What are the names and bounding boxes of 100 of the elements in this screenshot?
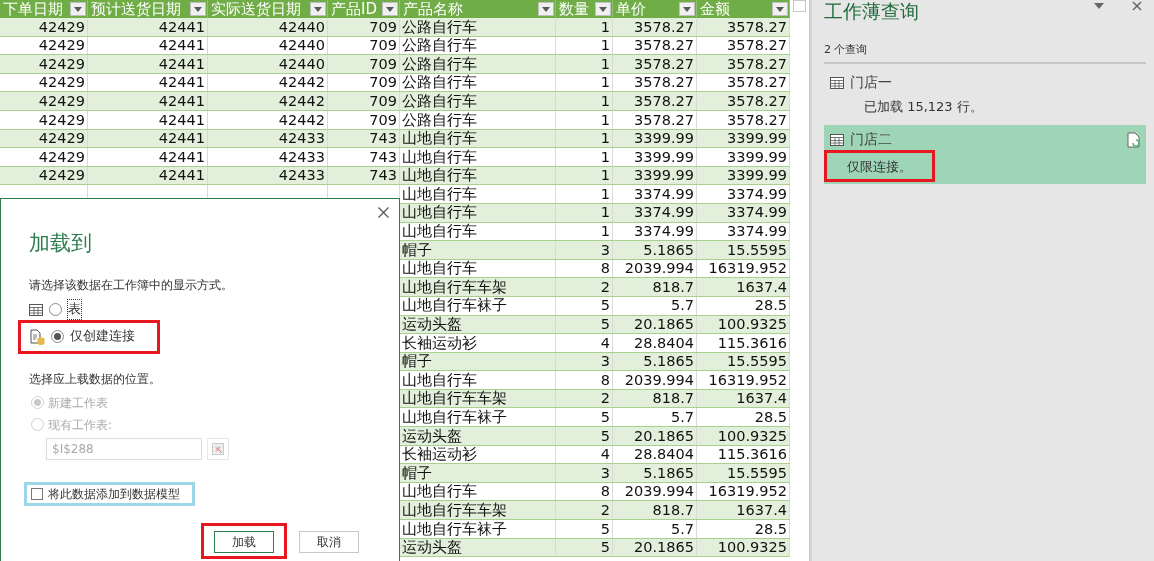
table-cell-text: 42429 [37, 112, 86, 127]
table-cell-text: 3374.99 [726, 224, 788, 239]
filter-button[interactable] [190, 2, 206, 16]
caret-icon [74, 6, 82, 12]
document-refresh-icon[interactable] [1127, 131, 1140, 148]
table-cell-text: 8 [599, 372, 611, 388]
table-cell-text: 42429 [37, 131, 86, 146]
table-icon [29, 303, 43, 316]
cancel-button[interactable]: 取消 [299, 531, 359, 554]
table-cell-text: 818.7 [651, 391, 695, 406]
load-button[interactable]: 加载 [214, 531, 274, 554]
dropdown-icon[interactable] [1094, 3, 1104, 9]
filter-button[interactable] [595, 2, 611, 16]
table-cell-text: 3578.27 [726, 38, 788, 53]
table-cell-text: 3374.99 [633, 186, 695, 202]
table-cell-text: 3399.99 [726, 168, 788, 183]
table-cell-text: 42429 [37, 168, 86, 183]
table-cell-text: 山地自行车 [401, 372, 478, 388]
filter-button[interactable] [382, 2, 398, 16]
filter-button[interactable] [310, 2, 326, 16]
location-prompt: 选择应上载数据的位置。 [29, 370, 162, 388]
table-cell-text: 100.9325 [716, 317, 788, 332]
query-item[interactable]: 门店二 仅限连接。 [824, 125, 1146, 184]
filter-button[interactable] [538, 2, 554, 16]
display-prompt: 请选择该数据在工作簿中的显示方式。 [29, 276, 234, 294]
table-cell-text: 42433 [277, 168, 326, 183]
table-cell-text: 1 [599, 93, 611, 109]
table-cell-text: 3 [599, 242, 611, 258]
table-cell-text: 42441 [157, 112, 206, 127]
table-cell-text: 42442 [277, 75, 326, 90]
table-cell-text: 42441 [157, 19, 206, 35]
table-cell-text: 1 [599, 112, 611, 127]
table-cell-text: 3578.27 [633, 38, 695, 53]
table-cell-text: 1637.4 [735, 503, 788, 518]
table-cell-text: 3399.99 [726, 131, 788, 146]
table-cell-text: 山地自行车 [401, 149, 478, 165]
table-cell-text: 8 [599, 261, 611, 276]
table-cell-text: 3399.99 [633, 149, 695, 165]
checkbox-row[interactable]: 将此数据添加到数据模型 [24, 481, 195, 506]
table-cell-text: 运动头盔 [401, 540, 463, 555]
close-icon[interactable] [1132, 1, 1142, 11]
table-cell-text: 3 [599, 465, 611, 481]
table-cell-text: 28.5 [753, 298, 788, 313]
table-cell-text: 709 [368, 93, 398, 109]
table-cell-text: 15.5595 [726, 354, 788, 369]
table-cell-text: 2 [599, 391, 611, 406]
document-database-icon [29, 328, 45, 345]
table-cell-text: 山地自行车 [401, 186, 478, 202]
caret-icon [194, 6, 202, 12]
table-cell-text: 5 [599, 317, 611, 332]
table-cell-text: 42441 [157, 38, 206, 53]
query-item[interactable]: 门店一 已加载 15,123 行。 [824, 68, 1146, 121]
table-cell-text: 42433 [277, 131, 326, 146]
table-cell-text: 709 [368, 19, 398, 35]
table-cell-text: 16319.952 [707, 261, 788, 276]
table-cell-text: 山地自行车 [401, 261, 478, 276]
table-cell-text: 3578.27 [726, 112, 788, 127]
close-icon[interactable] [378, 207, 389, 218]
table-cell-text: 3578.27 [726, 93, 788, 109]
table-cell-text: 818.7 [651, 503, 695, 518]
filter-button[interactable] [70, 2, 86, 16]
table-cell-text: 3399.99 [633, 168, 695, 183]
table-cell-text: 1 [599, 56, 611, 72]
query-status: 已加载 15,123 行。 [863, 99, 983, 114]
radio-button[interactable] [49, 303, 62, 316]
radio-button[interactable] [51, 330, 64, 343]
table-cell-text: 山地自行车 [401, 168, 478, 183]
table-cell-text: 709 [368, 56, 398, 72]
table-cell-text: 山地自行车 [401, 131, 478, 146]
filter-button[interactable] [772, 2, 788, 16]
table-cell-text: 帽子 [401, 465, 433, 481]
table-cell-text: 42442 [277, 93, 326, 109]
table-cell-text: 5 [599, 521, 611, 537]
table-cell-text: 2039.994 [623, 261, 695, 276]
table-cell-text: 2039.994 [623, 484, 695, 499]
table-cell-text: 山地自行车车架 [401, 503, 508, 518]
table-cell-text: 公路自行车 [401, 93, 478, 109]
checkbox[interactable] [31, 487, 43, 500]
table-cell-text: 8 [599, 484, 611, 499]
filter-button[interactable] [679, 2, 695, 16]
table-cell-text: 42441 [157, 75, 206, 90]
table-cell-text: 运动头盔 [401, 317, 463, 332]
table-cell-text: 100.9325 [716, 428, 788, 444]
table-cell-text: 709 [368, 75, 398, 90]
caret-icon [314, 6, 322, 12]
table-cell-text: 3578.27 [726, 19, 788, 35]
table-cell-text: 42441 [157, 168, 206, 183]
table-cell-text: 1 [599, 205, 611, 220]
table-cell-text: 42440 [277, 38, 326, 53]
table-cell-text: 2039.994 [623, 372, 695, 388]
table-cell-text: 42441 [157, 131, 206, 146]
table-cell-text: 3578.27 [633, 56, 695, 72]
table-cell-text: 5 [599, 298, 611, 313]
table-cell-text: 山地自行车袜子 [401, 521, 508, 537]
table-cell-text: 20.1865 [633, 317, 695, 332]
table-cell-text: 山地自行车 [401, 224, 478, 239]
table-cell-text: 2 [599, 503, 611, 518]
table-cell-text: 42429 [37, 56, 86, 72]
table-cell-text: 28.8404 [633, 447, 695, 462]
table-cell-text: 42429 [37, 93, 86, 109]
